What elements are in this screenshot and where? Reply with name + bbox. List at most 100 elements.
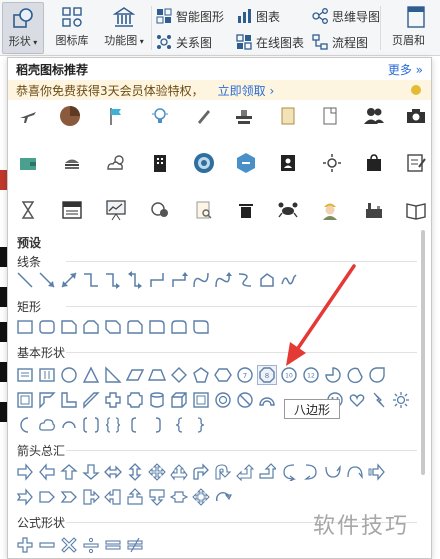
bevel-shape[interactable] [191,390,211,410]
no-symbol-shape[interactable] [235,390,255,410]
curved-arrow-shape[interactable] [213,270,233,290]
up-arrow-shape[interactable] [59,462,79,482]
lightning-bolt-shape[interactable] [369,390,389,410]
cloud-shape[interactable] [37,415,57,435]
round-single-corner-rectangle-shape[interactable] [147,317,167,337]
cross-shape[interactable] [103,390,123,410]
promo-close-icon[interactable] [411,85,421,95]
quad-arrow-callout-shape[interactable] [191,487,211,507]
block-arc-shape[interactable] [257,390,277,410]
freeform-shape[interactable] [257,270,277,290]
elbow-arrow-connector-shape[interactable] [103,270,123,290]
snip-same-side-rectangle-shape[interactable] [81,317,101,337]
arrow-line-shape[interactable] [37,270,57,290]
sun-shape[interactable] [391,390,411,410]
hamburger-icon[interactable] [60,151,84,175]
airplane-icon[interactable] [16,104,40,128]
pen-icon[interactable] [192,104,216,128]
scrollbar-thumb[interactable] [421,230,425,475]
cloud-sun-icon[interactable] [104,151,128,175]
left-right-arrow-shape[interactable] [103,462,123,482]
curved-up-arrow-shape[interactable] [323,462,343,482]
quad-arrow-shape[interactable] [147,462,167,482]
hourglass-icon[interactable] [16,198,40,222]
contact-card-icon[interactable] [276,151,300,175]
smart-shape-button[interactable]: 智能图形 [156,6,224,26]
plaque-shape[interactable] [125,390,145,410]
curve-shape[interactable] [235,270,255,290]
snip-corner-rectangle-shape[interactable] [59,317,79,337]
diamond-shape[interactable] [169,365,189,385]
diagonal-stripe-shape[interactable] [81,390,101,410]
open-book-icon[interactable] [404,198,428,222]
up-arrow-callout-shape[interactable] [125,487,145,507]
left-right-up-arrow-shape[interactable] [169,462,189,482]
can-shape[interactable] [147,390,167,410]
rounded-rectangle-shape[interactable] [37,317,57,337]
elbow-connector-shape[interactable] [81,270,101,290]
chart-button[interactable]: 图表 [236,6,280,26]
down-arrow-callout-shape[interactable] [147,487,167,507]
left-bracket-shape[interactable] [125,415,145,435]
bent-up-arrow-shape[interactable] [257,462,277,482]
curved-right-arrow-shape[interactable] [279,462,299,482]
users-icon[interactable] [362,104,386,128]
mind-map-button[interactable]: 思维导图 [312,6,380,26]
plus-shape[interactable] [15,535,35,555]
target-icon[interactable] [192,151,216,175]
teardrop-shape[interactable] [367,365,387,385]
search-document-icon[interactable] [192,198,216,222]
more-link[interactable]: 更多 » [388,61,423,78]
curved-connector-shape[interactable] [191,270,211,290]
document-icon[interactable] [318,104,342,128]
bent-arrow-shape[interactable] [191,462,211,482]
parallelogram-shape[interactable] [125,365,145,385]
worker-avatar-icon[interactable] [318,198,342,222]
claim-link[interactable]: 立即领取 › [218,82,275,99]
relation-chart-button[interactable]: 关系图 [156,32,212,52]
flag-icon[interactable] [104,104,128,128]
minus-shape[interactable] [37,535,57,555]
snip-round-rectangle-shape[interactable] [125,317,145,337]
building-icon[interactable] [148,151,172,175]
vertical-text-box-shape[interactable] [37,365,57,385]
double-arrow-line-shape[interactable] [59,270,79,290]
circular-arrow-shape[interactable] [213,487,233,507]
notched-right-arrow-shape[interactable] [15,487,35,507]
pentagon-shape[interactable] [191,365,211,385]
factory-icon[interactable] [362,198,386,222]
notebook-icon[interactable] [276,104,300,128]
ellipse-shape[interactable] [59,365,79,385]
left-arrow-callout-shape[interactable] [103,487,123,507]
sun-gear-icon[interactable] [320,151,344,175]
equal-shape[interactable] [103,535,123,555]
wallet-icon[interactable] [16,151,40,175]
donut-shape[interactable] [213,390,233,410]
pie-chart-icon[interactable] [58,104,82,128]
divide-shape[interactable] [81,535,101,555]
elbow-connector-alt-shape[interactable] [147,270,167,290]
right-arrow-shape[interactable] [15,462,35,482]
moon-shape[interactable] [15,415,35,435]
triangle-shape[interactable] [81,365,101,385]
shape-button[interactable]: 形状 ▾ [2,2,44,54]
l-shape[interactable] [59,390,79,410]
right-bracket-shape[interactable] [147,415,167,435]
icon-library-button[interactable]: 图标库 [50,2,94,54]
sale-tag-icon[interactable] [60,198,84,222]
arc-shape[interactable] [59,415,79,435]
header-footer-button[interactable]: 页眉和 [392,2,440,54]
hexagon-shape[interactable] [213,365,233,385]
right-brace-shape[interactable] [191,415,211,435]
chevron-shape[interactable] [59,487,79,507]
snip-diagonal-rectangle-shape[interactable] [103,317,123,337]
left-brace-shape[interactable] [169,415,189,435]
multiply-shape[interactable] [59,535,79,555]
curved-down-arrow-shape[interactable] [345,462,365,482]
heart-shape[interactable] [347,390,367,410]
presentation-board-icon[interactable] [104,198,128,222]
round-diagonal-rectangle-shape[interactable] [191,317,211,337]
left-up-arrow-shape[interactable] [235,462,255,482]
double-bracket-shape[interactable] [81,415,101,435]
flowchart-button[interactable]: 流程图 [312,32,368,52]
